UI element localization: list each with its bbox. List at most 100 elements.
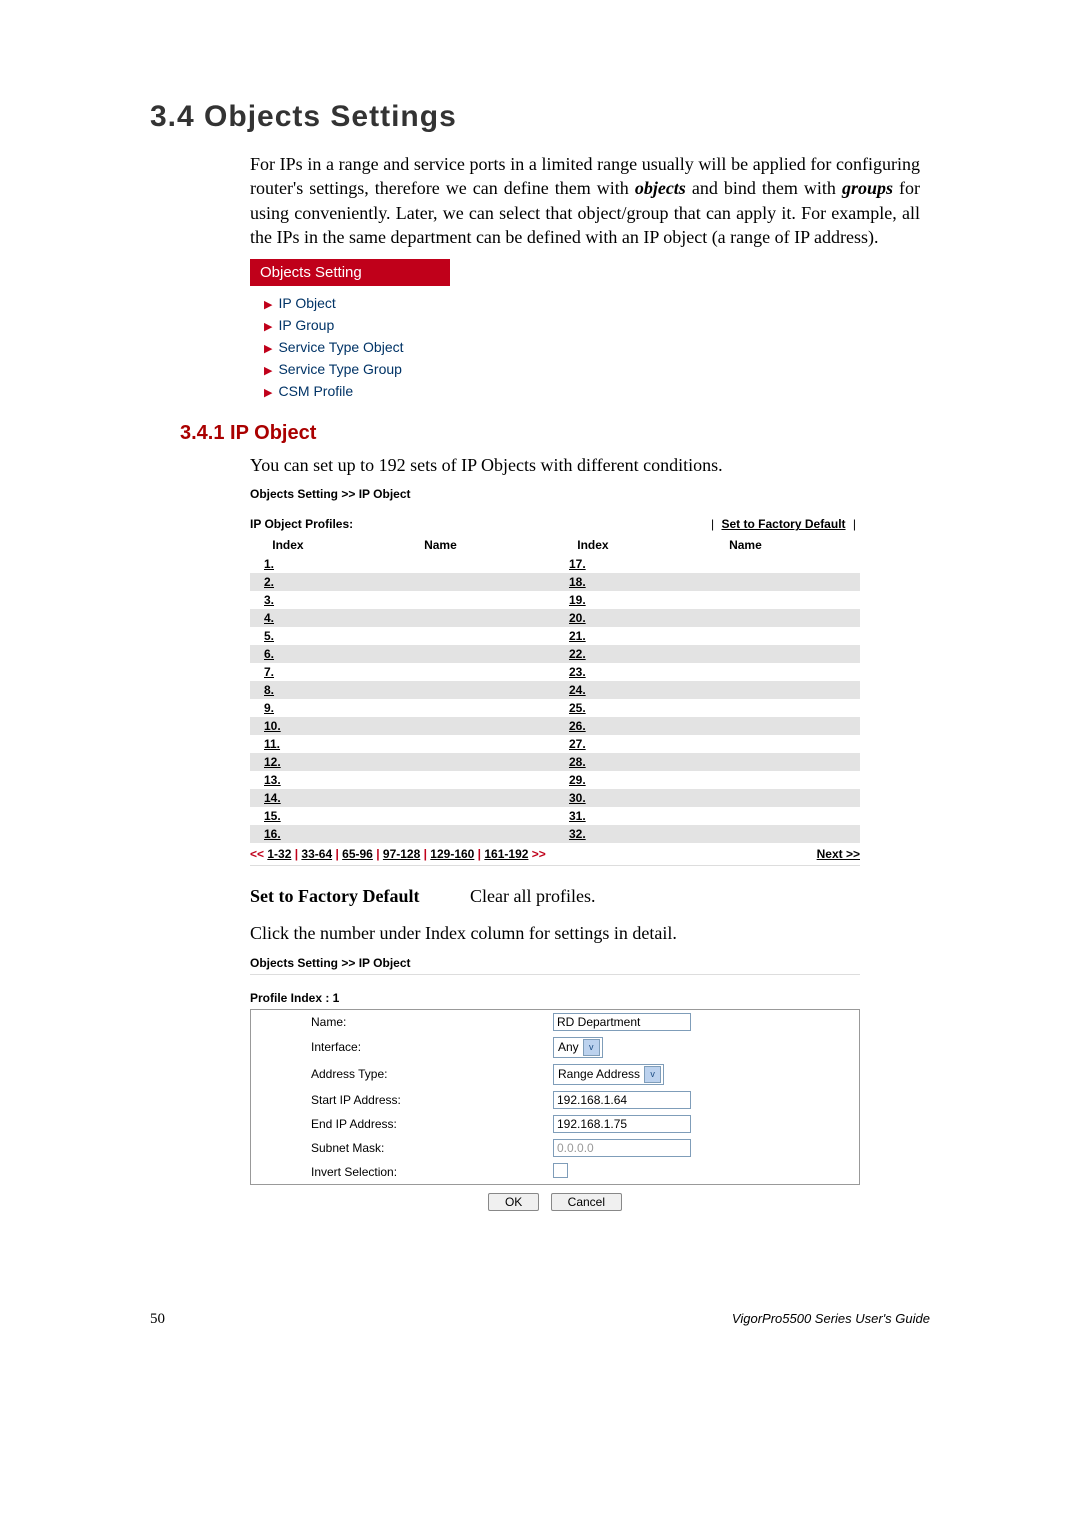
menu-service-type-group[interactable]: ▶Service Type Group [264, 358, 448, 380]
definition-row: Set to Factory Default Clear all profile… [250, 886, 930, 907]
form-row: Address Type: Range Addressv [251, 1061, 860, 1088]
index-link[interactable]: 13. [250, 771, 326, 789]
table-row: 16. 32. [250, 825, 860, 843]
index-link[interactable]: 12. [250, 753, 326, 771]
click-instruction: Click the number under Index column for … [250, 921, 920, 945]
index-link[interactable]: 2. [250, 573, 326, 591]
index-link[interactable]: 29. [555, 771, 631, 789]
name-cell [631, 789, 860, 807]
invert-checkbox[interactable] [553, 1163, 568, 1178]
index-link[interactable]: 7. [250, 663, 326, 681]
name-cell [326, 573, 555, 591]
index-link[interactable]: 16. [250, 825, 326, 843]
index-link[interactable]: 5. [250, 627, 326, 645]
table-row: 3. 19. [250, 591, 860, 609]
index-link[interactable]: 30. [555, 789, 631, 807]
addresstype-label: Address Type: [251, 1061, 548, 1088]
name-cell [631, 771, 860, 789]
index-link[interactable]: 14. [250, 789, 326, 807]
form-row: End IP Address: 192.168.1.75 [251, 1112, 860, 1136]
index-link[interactable]: 15. [250, 807, 326, 825]
menu-ip-group[interactable]: ▶IP Group [264, 314, 448, 336]
index-link[interactable]: 26. [555, 717, 631, 735]
name-cell [326, 627, 555, 645]
pager-range[interactable]: 1-32 [267, 847, 291, 861]
intro-objects-word: objects [635, 178, 686, 198]
index-link[interactable]: 17. [555, 555, 631, 573]
index-link[interactable]: 23. [555, 663, 631, 681]
name-cell [631, 681, 860, 699]
definition-value: Clear all profiles. [470, 886, 595, 907]
index-link[interactable]: 24. [555, 681, 631, 699]
table-row: 12. 28. [250, 753, 860, 771]
pager-range[interactable]: 65-96 [342, 847, 373, 861]
form-row: Interface: Anyv [251, 1034, 860, 1061]
factory-default-wrap: | Set to Factory Default | [707, 517, 860, 531]
index-link[interactable]: 32. [555, 825, 631, 843]
index-link[interactable]: 11. [250, 735, 326, 753]
breadcrumb: Objects Setting >> IP Object [250, 487, 860, 501]
index-link[interactable]: 9. [250, 699, 326, 717]
index-link[interactable]: 4. [250, 609, 326, 627]
endip-input[interactable]: 192.168.1.75 [553, 1115, 691, 1133]
profile-form: Name: RD Department Interface: Anyv Addr… [250, 1009, 860, 1185]
name-cell [326, 735, 555, 753]
intro-mid: and bind them with [686, 178, 842, 198]
pager-range[interactable]: 33-64 [301, 847, 332, 861]
pager-range[interactable]: 161-192 [484, 847, 528, 861]
name-cell [326, 717, 555, 735]
index-link[interactable]: 28. [555, 753, 631, 771]
pager-range[interactable]: 129-160 [430, 847, 474, 861]
col-index: Index [250, 535, 326, 555]
index-link[interactable]: 6. [250, 645, 326, 663]
index-link[interactable]: 18. [555, 573, 631, 591]
index-link[interactable]: 21. [555, 627, 631, 645]
table-row: 2. 18. [250, 573, 860, 591]
pager-prev: << [250, 847, 264, 861]
pager-next-link[interactable]: Next >> [817, 847, 860, 861]
name-cell [326, 753, 555, 771]
index-link[interactable]: 19. [555, 591, 631, 609]
name-cell [631, 609, 860, 627]
index-link[interactable]: 10. [250, 717, 326, 735]
index-link[interactable]: 8. [250, 681, 326, 699]
pipe: | [853, 517, 856, 531]
arrow-icon: ▶ [264, 299, 272, 311]
startip-input[interactable]: 192.168.1.64 [553, 1091, 691, 1109]
index-link[interactable]: 22. [555, 645, 631, 663]
index-link[interactable]: 25. [555, 699, 631, 717]
index-link[interactable]: 20. [555, 609, 631, 627]
name-cell [326, 699, 555, 717]
index-link[interactable]: 3. [250, 591, 326, 609]
index-link[interactable]: 31. [555, 807, 631, 825]
interface-select[interactable]: Anyv [553, 1037, 603, 1058]
index-link[interactable]: 1. [250, 555, 326, 573]
menu-csm-profile[interactable]: ▶CSM Profile [264, 380, 448, 402]
menu-service-type-object[interactable]: ▶Service Type Object [264, 336, 448, 358]
definition-label: Set to Factory Default [250, 886, 470, 907]
index-link[interactable]: 27. [555, 735, 631, 753]
set-to-factory-default-link[interactable]: Set to Factory Default [722, 517, 846, 531]
pager-range[interactable]: 97-128 [383, 847, 420, 861]
name-input[interactable]: RD Department [553, 1013, 691, 1031]
table-body: 1. 17. 2. 18. 3. 19. 4. 20. 5. 21. 6. 22. 7. 23. 8. 24.… [250, 555, 860, 843]
name-cell [326, 681, 555, 699]
breadcrumb: Objects Setting >> IP Object [250, 956, 860, 975]
pager-dbl: >> [532, 847, 546, 861]
interface-label: Interface: [251, 1034, 548, 1061]
table-row: 1. 17. [250, 555, 860, 573]
menu-item-label: Service Type Object [278, 339, 403, 355]
cancel-button[interactable]: Cancel [551, 1193, 622, 1211]
ok-button[interactable]: OK [488, 1193, 539, 1211]
addresstype-select[interactable]: Range Addressv [553, 1064, 664, 1085]
name-cell [326, 663, 555, 681]
name-cell [326, 771, 555, 789]
intro-groups-word: groups [842, 178, 893, 198]
table-row: 5. 21. [250, 627, 860, 645]
table-row: 9. 25. [250, 699, 860, 717]
menu-ip-object[interactable]: ▶IP Object [264, 292, 448, 314]
menu-item-label: IP Group [278, 317, 334, 333]
subsection-desc: You can set up to 192 sets of IP Objects… [250, 453, 920, 477]
chevron-down-icon: v [583, 1039, 600, 1056]
ip-object-profiles-screenshot: Objects Setting >> IP Object IP Object P… [250, 487, 860, 866]
